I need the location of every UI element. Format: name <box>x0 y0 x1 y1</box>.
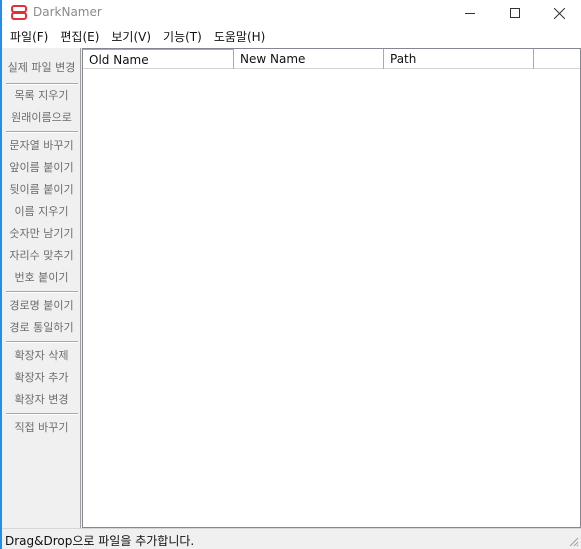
file-list[interactable]: Old Name New Name Path <box>82 48 581 528</box>
add-suffix-button[interactable]: 뒷이름 붙이기 <box>2 180 81 200</box>
change-extension-button[interactable]: 확장자 변경 <box>2 390 81 410</box>
menu-file[interactable]: 파일(F) <box>4 26 54 48</box>
app-logo-icon <box>11 5 27 20</box>
sidebar-divider <box>6 83 78 85</box>
menu-bar: 파일(F) 편집(E) 보기(V) 기능(T) 도움말(H) <box>2 26 581 48</box>
add-number-button[interactable]: 번호 붙이기 <box>2 268 81 288</box>
keep-numbers-button[interactable]: 숫자만 남기기 <box>2 224 81 244</box>
unify-path-button[interactable]: 경로 통일하기 <box>2 318 81 338</box>
column-header-new-name[interactable]: New Name <box>234 49 384 69</box>
minimize-icon <box>464 13 475 14</box>
add-path-name-button[interactable]: 경로명 붙이기 <box>2 296 81 316</box>
delete-extension-button[interactable]: 확장자 삭제 <box>2 346 81 366</box>
sidebar-divider <box>6 413 78 415</box>
minimize-button[interactable] <box>447 0 492 26</box>
column-header-path[interactable]: Path <box>384 49 534 69</box>
sidebar-divider <box>6 341 78 343</box>
resize-grip-icon[interactable] <box>567 535 579 547</box>
add-extension-button[interactable]: 확장자 추가 <box>2 368 81 388</box>
close-button[interactable] <box>537 0 581 26</box>
app-window: DarkNamer 파일(F) 편집(E) 보기(V) 기능(T) 도움말(H)… <box>0 0 581 549</box>
window-title: DarkNamer <box>33 5 102 19</box>
restore-original-button[interactable]: 원래이름으로 <box>2 108 81 128</box>
close-icon <box>554 7 565 19</box>
sidebar-divider <box>6 291 78 293</box>
direct-rename-button[interactable]: 직접 바꾸기 <box>2 418 81 438</box>
menu-tools[interactable]: 기능(T) <box>157 26 208 48</box>
add-prefix-button[interactable]: 앞이름 붙이기 <box>2 158 81 178</box>
action-sidebar: 실제 파일 변경 목록 지우기 원래이름으로 문자열 바꾸기 앞이름 붙이기 뒷… <box>2 48 81 528</box>
menu-edit[interactable]: 편집(E) <box>54 26 105 48</box>
delete-name-button[interactable]: 이름 지우기 <box>2 202 81 222</box>
sidebar-divider <box>6 131 78 133</box>
apply-rename-button[interactable]: 실제 파일 변경 <box>2 58 81 78</box>
maximize-icon <box>509 8 520 18</box>
pad-digits-button[interactable]: 자리수 맞추기 <box>2 246 81 266</box>
menu-view[interactable]: 보기(V) <box>105 26 157 48</box>
replace-string-button[interactable]: 문자열 바꾸기 <box>2 136 81 156</box>
status-text: Drag&Drop으로 파일을 추가합니다. <box>5 534 195 548</box>
clear-list-button[interactable]: 목록 지우기 <box>2 86 81 106</box>
status-bar: Drag&Drop으로 파일을 추가합니다. <box>2 528 581 549</box>
column-header-old-name[interactable]: Old Name <box>83 49 234 69</box>
menu-help[interactable]: 도움말(H) <box>208 26 272 48</box>
list-header: Old Name New Name Path <box>83 49 580 69</box>
maximize-button[interactable] <box>492 0 537 26</box>
title-bar[interactable]: DarkNamer <box>2 0 581 26</box>
